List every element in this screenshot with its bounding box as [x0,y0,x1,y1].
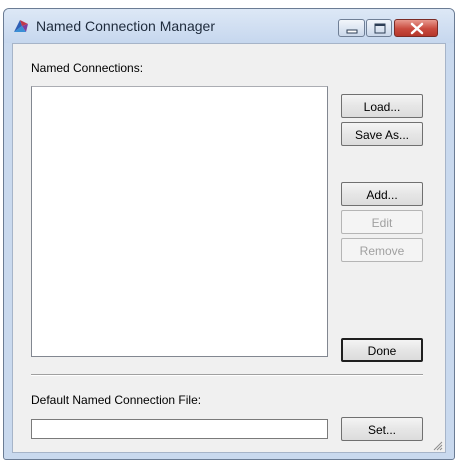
edit-button[interactable]: Edit [341,210,423,234]
close-button[interactable] [394,19,438,37]
window-title: Named Connection Manager [36,18,215,34]
minimize-button[interactable] [338,19,365,37]
set-button[interactable]: Set... [341,417,423,441]
default-file-label: Default Named Connection File: [31,393,202,407]
done-button[interactable]: Done [341,338,423,362]
named-connections-label: Named Connections: [31,61,144,75]
dialog-body: Named Connections: Load... Save As... Ad… [12,43,446,453]
load-button[interactable]: Load... [341,94,423,118]
maximize-button[interactable] [366,19,392,37]
app-logo-icon [12,18,30,34]
save-as-button[interactable]: Save As... [341,122,423,146]
default-file-input[interactable] [31,419,328,439]
resize-grip-icon[interactable] [431,438,443,451]
named-connections-list[interactable] [31,86,328,357]
add-button[interactable]: Add... [341,182,423,206]
remove-button[interactable]: Remove [341,238,423,262]
close-icon [410,22,424,35]
minimize-icon [346,29,358,34]
title-bar[interactable]: Named Connection Manager [4,9,454,43]
maximize-icon [374,23,386,34]
dialog-window: Named Connection Manager Named Connectio… [3,8,455,460]
separator [31,374,423,376]
